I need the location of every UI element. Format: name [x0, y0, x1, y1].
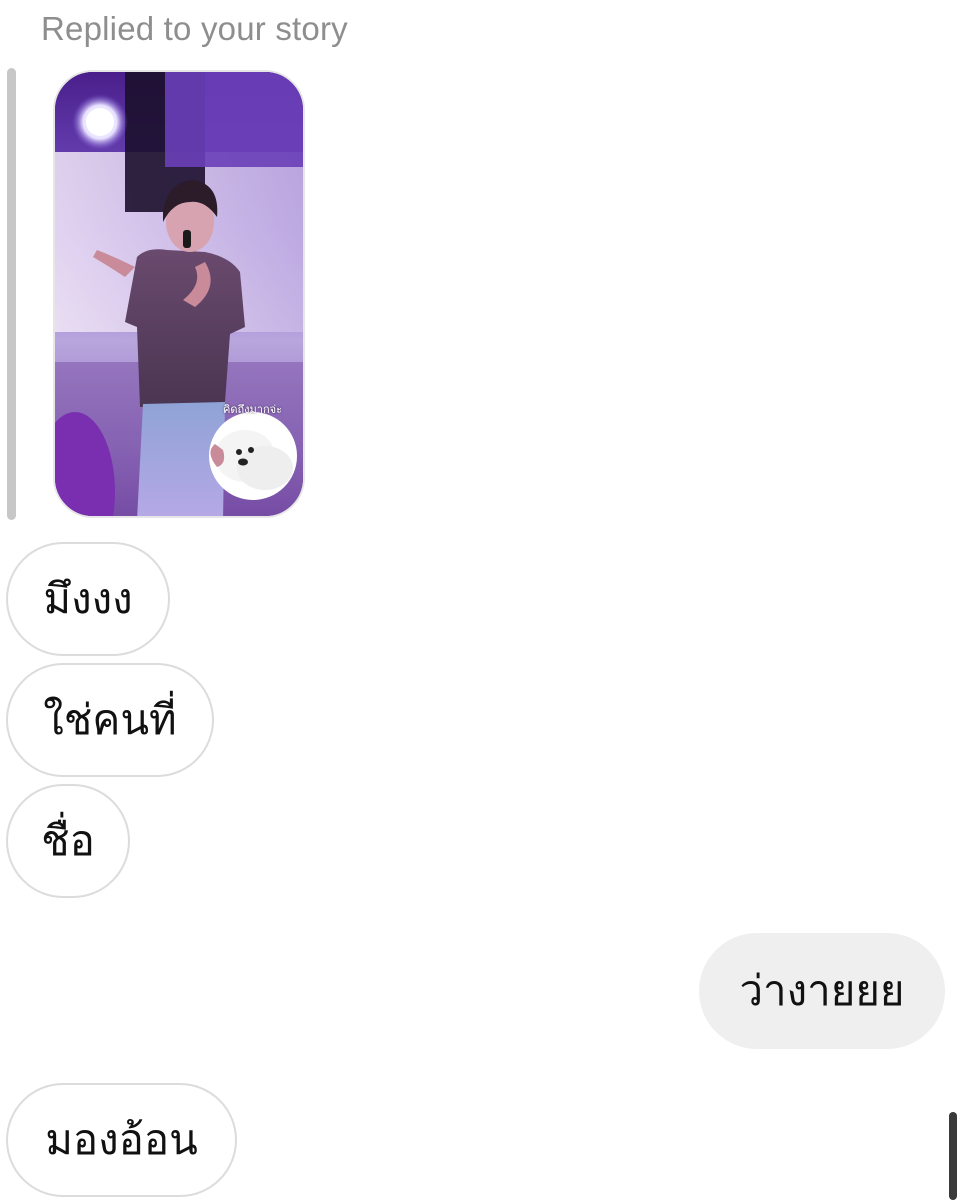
message-bubble-received[interactable]: มองอ้อน	[6, 1083, 237, 1197]
message-bubble-received[interactable]: มึงงง	[6, 542, 170, 656]
message-bubble-received[interactable]: ชื่อ	[6, 784, 130, 898]
message-bubble-received[interactable]: ใช่คนที่	[6, 663, 214, 777]
message-bubble-sent[interactable]: ว่างายยย	[699, 933, 945, 1049]
reply-quote-bar	[7, 68, 16, 520]
story-preview[interactable]: คิดถึงมากจ่ะ	[53, 70, 305, 518]
story-sticker-caption: คิดถึงมากจ่ะ	[223, 403, 282, 416]
replied-to-story-label: Replied to your story	[41, 10, 348, 47]
story-image	[55, 72, 303, 516]
scrollbar-thumb[interactable]	[949, 1112, 957, 1200]
